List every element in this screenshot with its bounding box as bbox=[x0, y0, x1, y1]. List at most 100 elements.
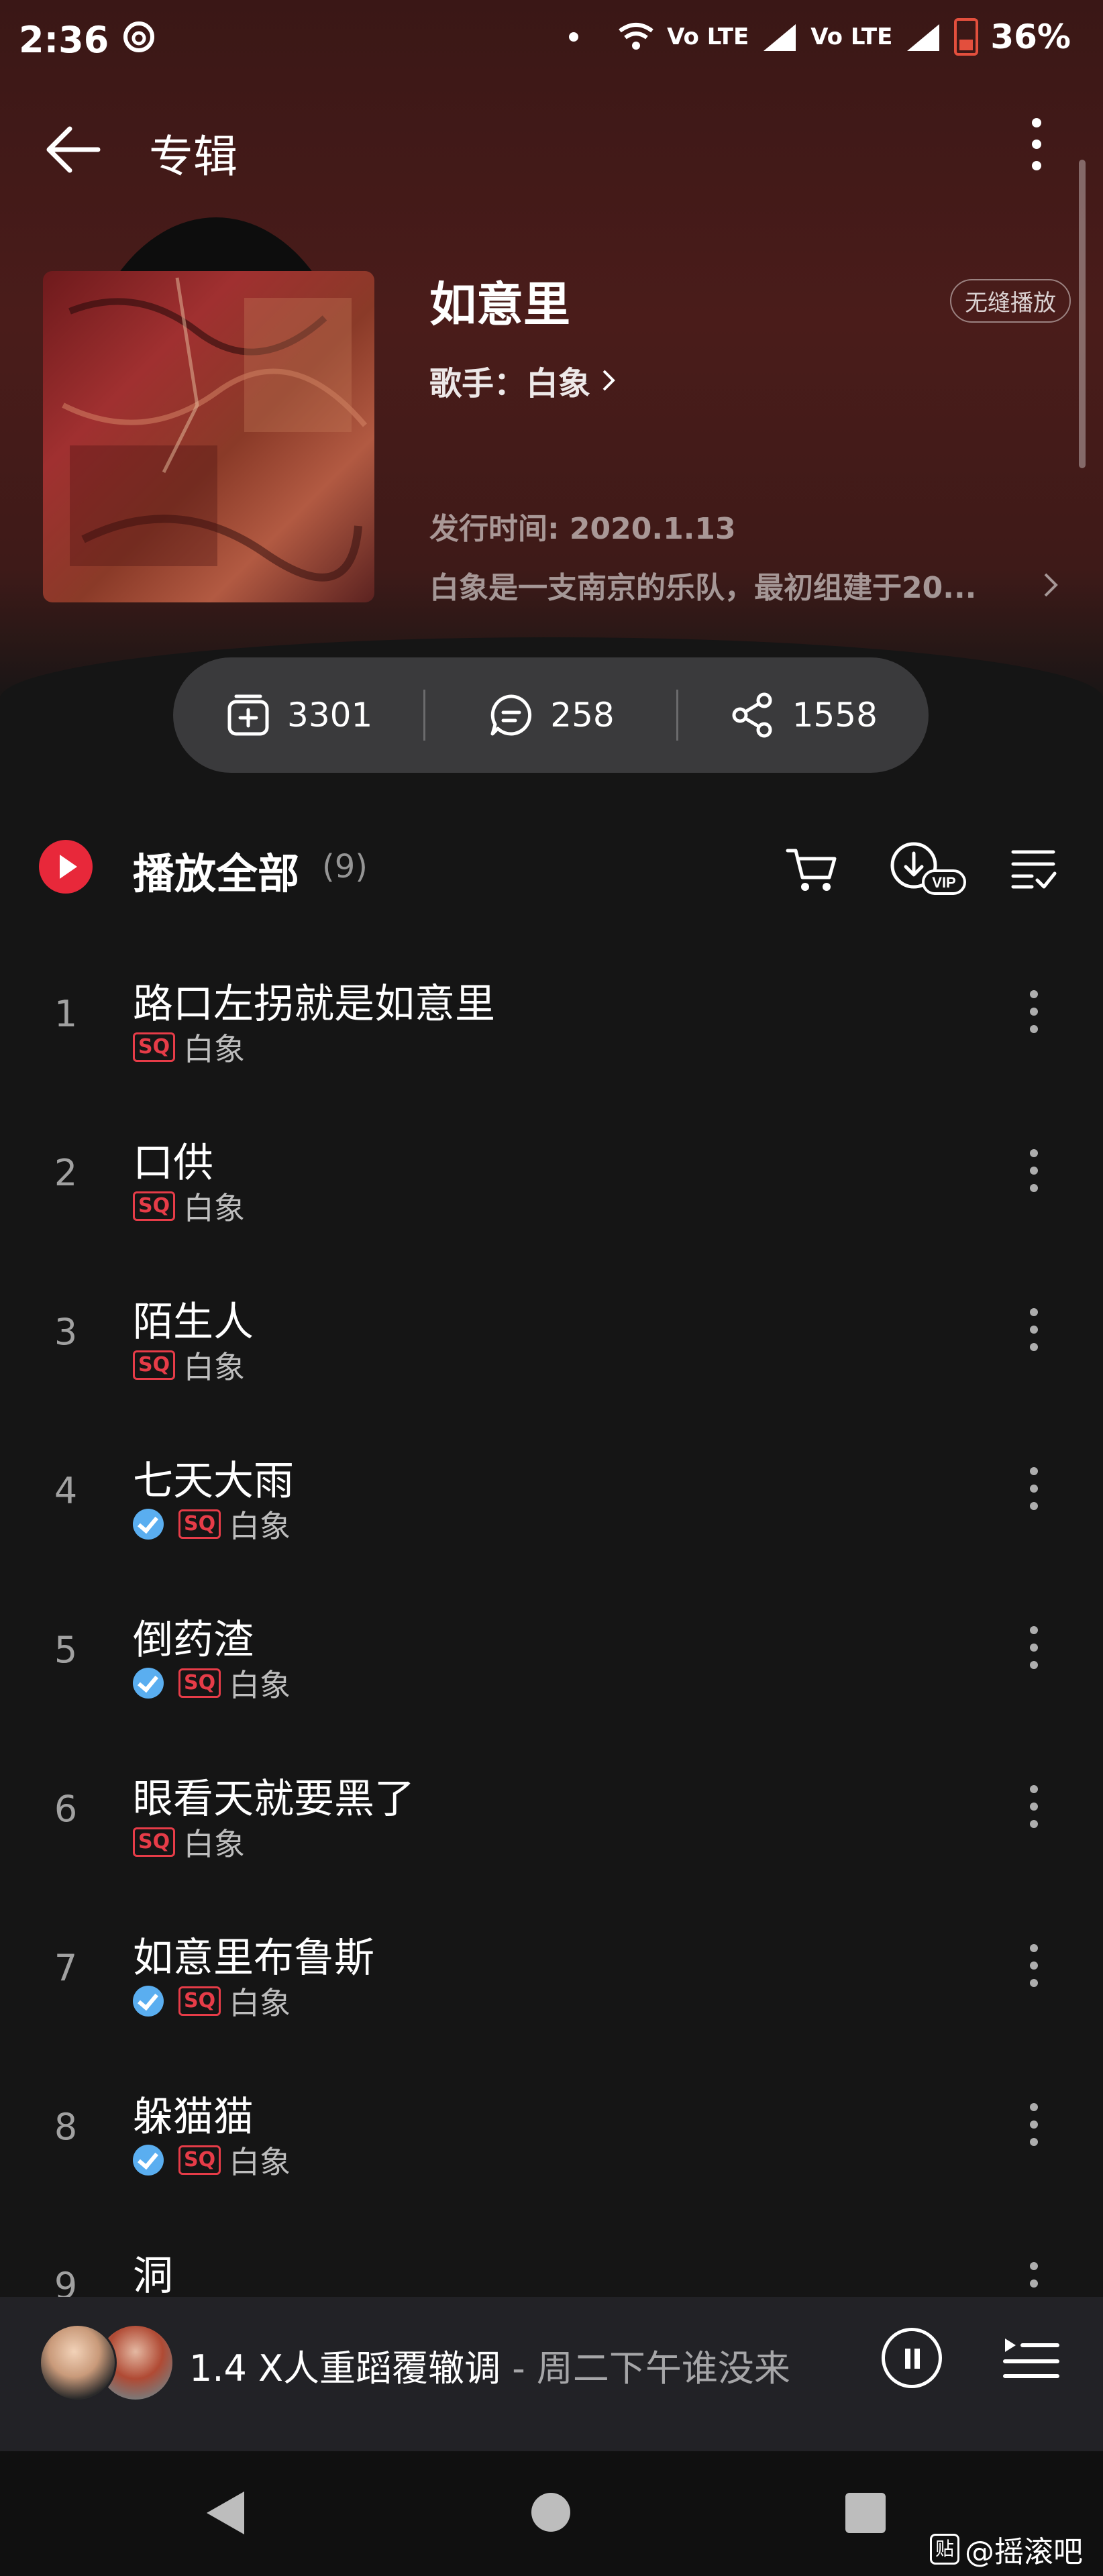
track-title: 洞 bbox=[133, 2253, 173, 2300]
track-artist: 白象 bbox=[183, 1190, 246, 1226]
track-number: 1 bbox=[54, 993, 78, 1035]
track-number: 5 bbox=[54, 1629, 78, 1671]
watermark-text: @摇滚吧 bbox=[965, 2535, 1084, 2569]
system-recents-icon[interactable] bbox=[845, 2493, 886, 2533]
now-playing-cover-1 bbox=[39, 2324, 117, 2402]
share-icon bbox=[732, 692, 772, 738]
track-number: 6 bbox=[54, 1788, 78, 1830]
watermark: 贴 @摇滚吧 bbox=[930, 2528, 1083, 2571]
more-options-icon[interactable] bbox=[1020, 118, 1053, 178]
track-more-icon[interactable] bbox=[1017, 1785, 1051, 1845]
signal-1-icon bbox=[764, 24, 796, 51]
comment-icon bbox=[490, 694, 532, 736]
track-title: 陌生人 bbox=[133, 1299, 254, 1346]
album-title: 如意里 bbox=[429, 277, 570, 332]
track-more-icon[interactable] bbox=[1017, 1308, 1051, 1368]
sq-badge: SQ bbox=[133, 1350, 176, 1380]
network-1-label: Vo LTE bbox=[667, 23, 749, 50]
track-meta: SQ 白象 bbox=[133, 1025, 245, 1069]
netease-notification-icon bbox=[123, 21, 154, 52]
playlist-icon[interactable] bbox=[1002, 2333, 1060, 2387]
track-meta: SQ 白象 bbox=[133, 2138, 291, 2182]
track-row[interactable]: 6 眼看天就要黑了 SQ 白象 bbox=[0, 1741, 1103, 1899]
signal-2-icon bbox=[907, 24, 940, 51]
battery-icon bbox=[954, 18, 979, 56]
comment-count: 258 bbox=[550, 696, 615, 735]
chevron-right-icon bbox=[602, 370, 615, 391]
verified-check-icon bbox=[133, 1986, 164, 2017]
system-home-icon[interactable] bbox=[531, 2493, 570, 2532]
scrollbar-thumb[interactable] bbox=[1079, 160, 1086, 468]
verified-check-icon bbox=[133, 1509, 164, 1540]
track-number: 4 bbox=[54, 1470, 78, 1512]
track-meta: SQ 白象 bbox=[133, 1979, 291, 2023]
verified-check-icon bbox=[133, 1668, 164, 1699]
track-more-icon[interactable] bbox=[1017, 2103, 1051, 2163]
comments-button[interactable]: 258 bbox=[425, 691, 676, 739]
track-artist: 白象 bbox=[183, 1349, 246, 1385]
battery-percent: 36% bbox=[990, 17, 1071, 56]
track-title: 路口左拐就是如意里 bbox=[133, 981, 495, 1028]
track-number: 8 bbox=[54, 2106, 78, 2148]
seamless-play-button[interactable]: 无缝播放 bbox=[950, 279, 1071, 323]
track-row[interactable]: 5 倒药渣 SQ 白象 bbox=[0, 1582, 1103, 1740]
play-all-icon[interactable] bbox=[39, 840, 93, 894]
status-time: 2:36 bbox=[19, 19, 109, 61]
share-button[interactable]: 1558 bbox=[678, 691, 929, 739]
collect-count: 3301 bbox=[287, 696, 373, 735]
system-back-icon[interactable] bbox=[207, 2491, 244, 2534]
track-row[interactable]: 7 如意里布鲁斯 SQ 白象 bbox=[0, 1900, 1103, 2058]
album-description: 白象是一支南京的乐队，最初组建于20... bbox=[429, 571, 977, 605]
album-cover[interactable] bbox=[43, 271, 374, 602]
sq-badge: SQ bbox=[133, 1191, 176, 1221]
pause-icon[interactable] bbox=[882, 2328, 942, 2388]
track-artist: 白象 bbox=[183, 1031, 246, 1067]
multi-select-manage-icon[interactable] bbox=[1009, 844, 1057, 892]
track-more-icon[interactable] bbox=[1017, 1149, 1051, 1210]
track-title: 眼看天就要黑了 bbox=[133, 1776, 415, 1823]
track-artist: 白象 bbox=[229, 1667, 291, 1703]
sq-badge: SQ bbox=[178, 1986, 221, 2016]
svg-text:VIP: VIP bbox=[932, 874, 955, 891]
page-title: 专辑 bbox=[149, 131, 238, 182]
track-row[interactable]: 8 躲猫猫 SQ 白象 bbox=[0, 2059, 1103, 2217]
sq-badge: SQ bbox=[178, 1509, 221, 1539]
play-all-row: 播放全部 (9) VIP bbox=[0, 818, 1103, 919]
track-row[interactable]: 1 路口左拐就是如意里 SQ 白象 bbox=[0, 946, 1103, 1104]
track-more-icon[interactable] bbox=[1017, 1944, 1051, 2004]
track-more-icon[interactable] bbox=[1017, 1626, 1051, 1686]
track-more-icon[interactable] bbox=[1017, 990, 1051, 1051]
artist-link[interactable]: 歌手：白象 bbox=[429, 357, 619, 404]
track-title: 如意里布鲁斯 bbox=[133, 1935, 374, 1982]
chevron-right-icon bbox=[1044, 573, 1058, 597]
track-artist: 白象 bbox=[183, 1826, 246, 1862]
notification-dot-icon bbox=[569, 32, 579, 42]
watermark-badge: 贴 bbox=[930, 2534, 960, 2565]
track-row[interactable]: 4 七天大雨 SQ 白象 bbox=[0, 1423, 1103, 1581]
track-meta: SQ 白象 bbox=[133, 1820, 245, 1864]
collect-button[interactable]: 3301 bbox=[173, 691, 423, 739]
sq-badge: SQ bbox=[133, 1827, 176, 1857]
cart-icon[interactable] bbox=[785, 843, 839, 896]
network-2-label: Vo LTE bbox=[810, 23, 893, 50]
album-description-link[interactable]: 白象是一支南京的乐队，最初组建于20... bbox=[429, 564, 1060, 606]
artist-label: 歌手：白象 bbox=[429, 365, 591, 402]
track-meta: SQ 白象 bbox=[133, 1661, 291, 1705]
back-arrow-icon[interactable] bbox=[43, 119, 103, 180]
track-artist: 白象 bbox=[229, 1508, 291, 1544]
now-playing-song: 1.4 X人重蹈覆辙调 bbox=[189, 2347, 501, 2390]
track-more-icon[interactable] bbox=[1017, 1467, 1051, 1527]
track-row[interactable]: 3 陌生人 SQ 白象 bbox=[0, 1264, 1103, 1422]
track-meta: SQ 白象 bbox=[133, 1502, 291, 1546]
mini-player[interactable]: 1.4 X人重蹈覆辙调 - 周二下午谁没来 bbox=[0, 2297, 1103, 2451]
track-title: 倒药渣 bbox=[133, 1617, 254, 1664]
download-vip-icon[interactable]: VIP bbox=[887, 839, 967, 899]
track-title: 七天大雨 bbox=[133, 1458, 294, 1505]
wifi-icon bbox=[619, 23, 653, 50]
track-number: 3 bbox=[54, 1311, 78, 1353]
track-row[interactable]: 2 口供 SQ 白象 bbox=[0, 1105, 1103, 1263]
release-date: 发行时间: 2020.1.13 bbox=[429, 512, 736, 546]
track-meta: SQ 白象 bbox=[133, 1184, 245, 1228]
play-all-label[interactable]: 播放全部 bbox=[133, 840, 299, 900]
add-to-collection-icon bbox=[227, 694, 269, 736]
